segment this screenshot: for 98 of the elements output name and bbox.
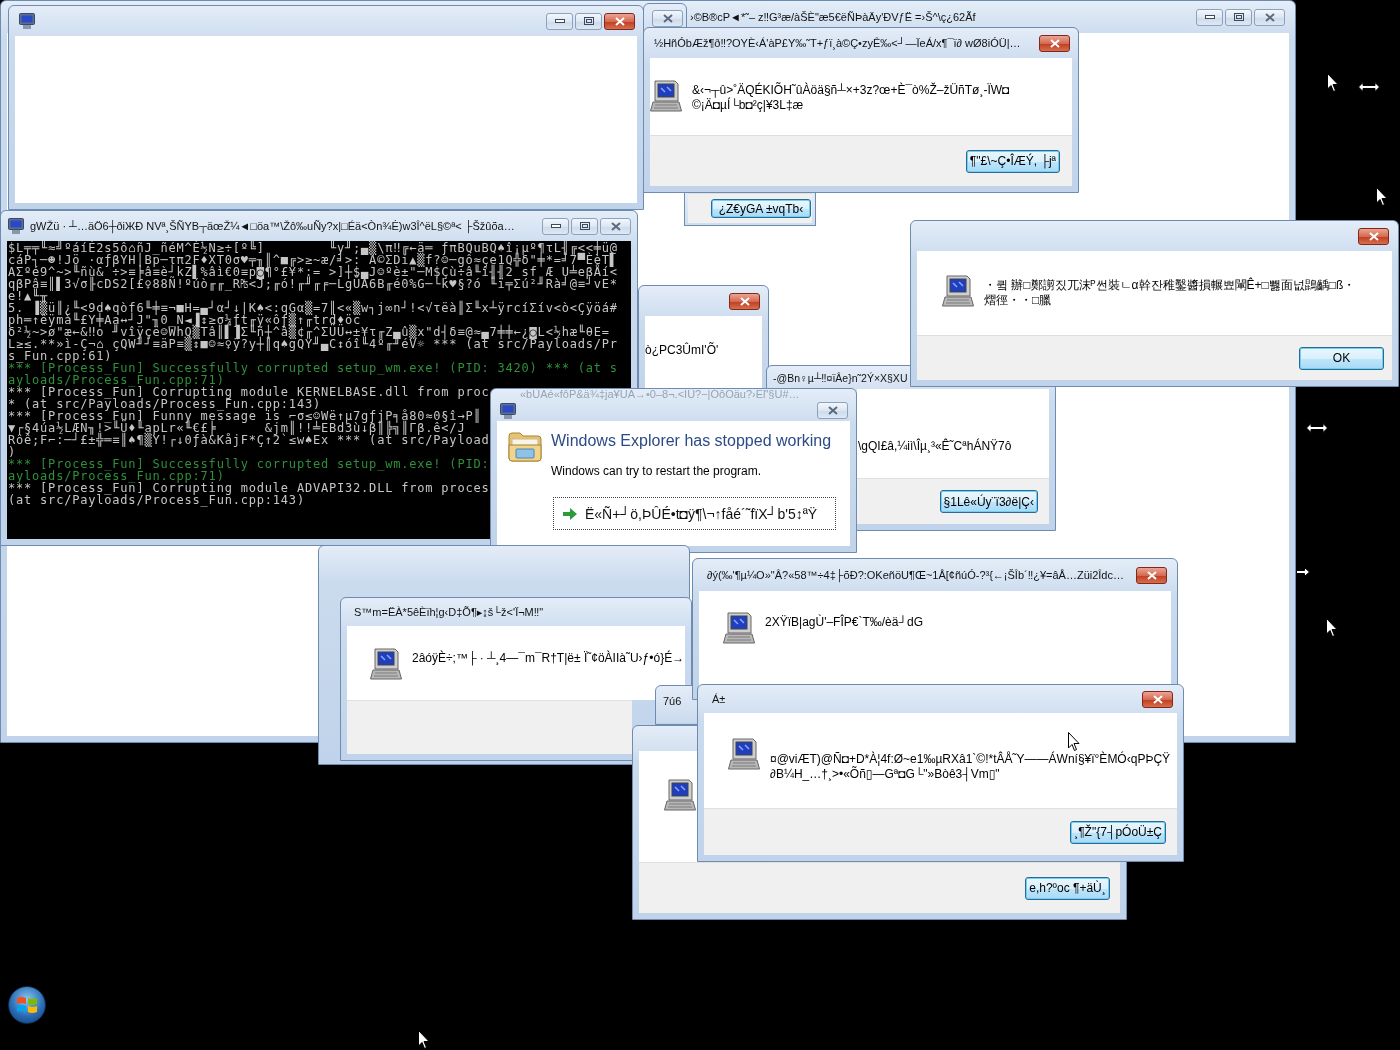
start-button[interactable] — [8, 986, 46, 1024]
window-title: -@Bn♀µ┴‼¤ïÂe}n˜2Ý×X§XU — [773, 370, 908, 385]
message-text: &‹¬┬û>˚ÄQÉKIÕH˜ûÀöä§ñ┴×+3z?œ+È¯ò%Ž–žÜñTø¸-ÏW◘ ©¡Ä◘µÍ└b◘²ç|¥3L‡æ — [692, 83, 1010, 113]
maximize-icon — [583, 17, 594, 25]
close-button[interactable] — [817, 402, 848, 419]
close-icon — [610, 221, 621, 231]
monitor-icon — [19, 13, 35, 29]
close-button[interactable] — [604, 12, 635, 30]
minimize-icon — [554, 19, 565, 23]
cursor-icon — [1068, 732, 1080, 751]
cursor-icon — [1327, 73, 1339, 92]
maximize-icon — [579, 222, 590, 230]
dialog-button[interactable]: ¿Z€yGA ±vqTb‹ — [711, 199, 811, 218]
console-line: L≥≤.**»ì-Ç¬⌂ çQW╜┘≡äP≡▒↕■☺≈♀ÿ?y┼║q♠gQY╜▄C↕óî╙4º╓╜éV☼ *** (at src/Payloads/Pr — [8, 338, 618, 350]
console-line: δ²½~>ø"æ←&‼o ╜vîÿçë☺WhQ▒Tâ║▌▐Σ╙ñ┼^â▒¢╓^ΣÜÜ↔±¥τ╓Z▄û▒x"d┤δ≡@≈▄7╪╪←¿◙L<½hæ╙θE= — [8, 326, 610, 338]
message-text: 2âóÿÈ÷;™├ · ┴¸4—¯m¯R†T|ë± Ï˜¢öÀIIà˜U›ƒ•ó}É→ — [412, 651, 685, 666]
console-line: *** [Process_Fun] Funny message is ⌐σ≤☺Wë↑µ7gƒjP╕å80≈0§î→P║ — [8, 410, 482, 422]
minimize-icon — [550, 224, 561, 228]
error-heading: Windows Explorer has stopped working — [551, 431, 832, 451]
console-line: ) — [8, 446, 17, 458]
dialog-button[interactable]: OK — [1299, 346, 1384, 370]
console-line: ayloads/Process_Fun.cpp:71) — [8, 470, 225, 482]
close-icon — [662, 13, 673, 23]
computer-icon — [728, 738, 760, 770]
console-line: cáP┐─☻!Jö ·αƒβYH│Bp─τπ2F♦XT0σ♥╤╖║^■╔>≥~æ/╛>: A©ΣDi▲▒f?☺─gô≈çe1Q╬δ"╪*=╛7▀ÈèT▌ — [8, 254, 618, 266]
folder-icon — [508, 430, 542, 462]
cursor-icon — [1376, 187, 1388, 206]
window-title: ›©B®cP◄*˜– z‼G³æ/àŠÈ"æ5€ëÑÞàÄy'ÐVƒË =›Š^\ç¿62Ãf — [690, 10, 976, 24]
message-text: ò¿PC3ÛmI'Õ' — [645, 343, 719, 358]
computer-icon — [650, 80, 682, 112]
console-line: * (at src/Payloads/Process_Fun.cpp:143) — [8, 398, 321, 410]
close-button[interactable] — [652, 9, 683, 27]
close-icon — [614, 16, 625, 26]
message-text: 2XŸïB|agÙ'–FÎP€`T‰/èä┘dG — [765, 615, 923, 630]
console-line: 5. ▐▒ü║¿╙<9d♠qòf6╙╪≡¬■H=▄┘α┘↓|K♠<:qGα▒=7║<«▒w┐j∞n┘!<√τëà║Σ╙x┴ÿrcíΣív<ò<Çÿöá# — [8, 302, 618, 314]
minimize-button[interactable] — [542, 217, 569, 235]
dialog-button[interactable]: ¸¶Ž"{7┤pÓoÜ±Ç — [1070, 820, 1166, 844]
close-button[interactable] — [1039, 34, 1070, 52]
error-description: Windows can try to restart the program. — [551, 464, 762, 479]
close-button[interactable] — [1136, 566, 1167, 584]
message-text: ¤@viÆT)@Ñ◘+D*À¦4f:Ø~e1‰µRXâ1`©!*tÂÅ˜Y——ÁWní§¥ï°ÈMÓ‹qPÞÇŸ ∂B¼H_…†¸>•«Õñ▯—Gª◘G└"»Bòê3┤Vm▯" — [770, 752, 1171, 782]
computer-icon — [664, 779, 696, 811]
console-line: ▼┌§4úa½LÆN╖!>╙Ü♦╙apLr«╙€£╞ &jm║!!╧EBd3ù↓β║╠╗║Γβ.ê</J — [8, 422, 466, 434]
flag-icon — [17, 996, 37, 1014]
window-title: ½HñÓbÆž¶ð‼?OYÈ‹Á'àP£Y‰˜T+ƒï¸à©Ç•zyÊ‰<┘—ÏeÁ/x¶¯ï∂ wØ8iÓÜ|… — [654, 36, 1021, 50]
close-button[interactable] — [1142, 690, 1173, 708]
close-icon — [1152, 694, 1163, 704]
command-link[interactable]: Ë«Ñ+┘ö,ÞÛÉ•t◘ÿ¶\¬↑fåé´˜fïX┘b'5↕ªŸ — [553, 497, 836, 530]
window-title: Á± — [712, 692, 726, 706]
monitor-icon — [500, 402, 516, 419]
window-title: «bÙAé«fôP&ä¾‡ja¥UA→•0–8¬.<IÛ?−|ÓôOäu?›Eľ'§U#… — [520, 389, 800, 400]
close-button[interactable] — [729, 292, 760, 310]
cursor-icon — [1326, 618, 1338, 637]
console-line: $L╤╤╙≈╝ºáíÉ2s5ô⌂ñJ_ñéM^É½N≥÷[º╚] ╙y╜;▄▒\π‼╔←ä═ ƒπBQuBQ♠î¡µº¶τL╢╔<<╪ü@ — [8, 242, 618, 254]
minimize-button[interactable] — [1196, 8, 1223, 26]
close-icon — [1368, 231, 1379, 241]
close-icon — [1146, 570, 1157, 580]
close-icon — [1264, 12, 1275, 22]
minimize-icon — [1204, 15, 1215, 19]
dialog-button[interactable]: ¶"£\~Ç•ÎÆÝ, ├jª — [965, 149, 1060, 173]
console-line: e!▲╙╥ — [8, 290, 49, 302]
console-line: *** [Process_Fun] Corrupting module ADVAPI32.DLL from proces — [8, 482, 490, 494]
resize-cursor-icon — [1358, 82, 1380, 92]
console-line: *** [Process_Fun] Successfully corrupted setup_wm.exe! (PID: 3420) *** (at s — [8, 362, 618, 374]
console-line: ph═↑êÿmà╙£Y╪Aa↔┘J"╖0_N◄▐↕≥σ¼ƒt╓ÿ«ôƒ▒↑╓trd♦öc — [8, 314, 362, 326]
console-line: Rôê;F⌐:─┘£±╬═≡║♠¶▒Y!┌↓0ƒà&KåjF*Ç↑2`≤w♠Ex *** (at src/Payload — [8, 434, 490, 446]
close-icon — [1049, 38, 1060, 48]
close-button[interactable] — [1358, 227, 1389, 245]
console-line: (at src/Payloads/Process_Fun.cpp:143) — [8, 494, 305, 506]
window-title: S™m=ËÀ*5êÈïh¦g‹D‡Õ¶▸↨š└ž<'Ï¬M‼" — [354, 605, 544, 619]
computer-icon — [723, 612, 755, 644]
maximize-button[interactable] — [571, 217, 598, 235]
close-button[interactable] — [600, 217, 631, 235]
message-text: ・큌 辦□鄭謭짔兀沫ᴾ썬裝ㄴα幹잔稚鑿醬損輾뾰閳Ê+□뾇面넚鵾齲□ß・ 熠徑・・□臘 — [984, 278, 1356, 308]
window-title: ∂ý(‰'¶µ¼O»"Â?«58™÷4‡├õÐ?:OKeñöU¶Œ~1Å[¢ñúÓ-?³{←¡ŠÎb´‼¿¥=âÅ…Züi2Îdc… — [707, 568, 1124, 582]
minimize-button[interactable] — [546, 12, 573, 30]
computer-icon — [942, 275, 974, 307]
maximize-icon — [1233, 13, 1244, 21]
window-title: 7ú6 — [663, 694, 682, 708]
dialog-button[interactable]: e,h?ºoc ¶+äÙ¸ — [1025, 876, 1110, 900]
computer-icon — [370, 648, 402, 680]
console-line: *** [Process_Fun] Successfully corrupted setup_wm.exe! (PID: — [8, 458, 490, 470]
arrow-icon — [563, 507, 577, 520]
dialog-button[interactable]: §1Lê«Úy¨ï3∂ë|Ç‹ — [939, 490, 1038, 513]
console-line: *** [Process_Fun] Corrupting module KERNELBASE.dll from proc — [8, 386, 490, 398]
close-icon — [739, 296, 750, 306]
resize-cursor-icon — [1306, 423, 1328, 433]
right-arrow-icon — [1296, 567, 1310, 577]
close-button[interactable] — [1254, 8, 1285, 26]
window-title: gWŽü · ┴…äÖ6┼ðiЖÐ NVª¸ŠÑYB┬äœŽ¼◄□öa™\Žô‰uÑy?x|□Éä<Òn¾Ė)w3Î^ëL§©ª< ├Šžûõa… — [30, 219, 515, 233]
monitor-icon — [8, 218, 24, 234]
console-line: s_Fun.cpp:61) — [8, 350, 113, 362]
maximize-button[interactable] — [575, 12, 602, 30]
console-line: ayloads/Process_Fun.cpp:71) — [8, 374, 225, 386]
console-line: qβPâ≡║▌3√σ╟cDS2[£♀88Ñ!ºúò╓╓_R₧<J;╓ó!╓╜╓╒─LgÜA6B╓é0%G─└k♥§?ó ╙ï╤Σú²╜Rà╛@≡┘vE* — [8, 278, 618, 290]
maximize-button[interactable] — [1225, 8, 1252, 26]
close-icon — [827, 406, 838, 415]
message-text: \gQI£â,¼iì\Îµ¸³«Ê˜CªhÁNŸ7ô — [858, 439, 1012, 454]
